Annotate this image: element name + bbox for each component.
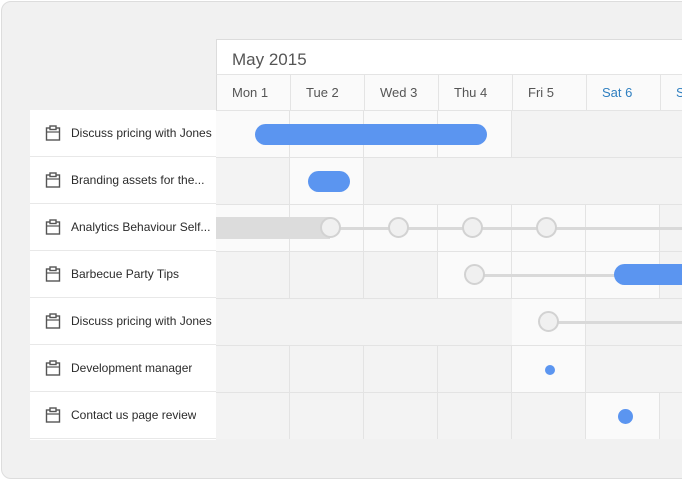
- grid-cell: [438, 346, 512, 392]
- grid-cell: [364, 252, 438, 298]
- grid-cell: [438, 393, 512, 439]
- month-header: May 2015: [216, 39, 682, 75]
- task-list-item[interactable]: Contact us page review: [30, 392, 216, 439]
- milestone-node[interactable]: [464, 264, 485, 285]
- clipboard-icon: [45, 125, 61, 141]
- grid-cell: [216, 393, 290, 439]
- grid-cell: [290, 346, 364, 392]
- day-header-mon-1[interactable]: Mon 1: [217, 75, 291, 110]
- task-list-item[interactable]: Branding assets for the...: [30, 157, 216, 204]
- grid-cell: [512, 393, 586, 439]
- day-header-sat-6[interactable]: Sat 6: [587, 75, 661, 110]
- timeline-row: [216, 299, 682, 346]
- task-label: Discuss pricing with Jones: [71, 126, 212, 140]
- dependency-track: [546, 321, 682, 324]
- milestone-node[interactable]: [462, 217, 483, 238]
- task-list-item[interactable]: Discuss pricing with Jones: [30, 298, 216, 345]
- timeline-row: [216, 158, 682, 205]
- clipboard-icon: [45, 360, 61, 376]
- timeline-row: [216, 346, 682, 393]
- task-label: Discuss pricing with Jones: [71, 314, 212, 328]
- milestone-node[interactable]: [538, 311, 559, 332]
- task-bar[interactable]: [308, 171, 350, 192]
- task-list-item[interactable]: Barbecue Party Tips: [30, 251, 216, 298]
- grid-cell: [364, 393, 438, 439]
- clipboard-icon: [45, 313, 61, 329]
- task-list: Discuss pricing with Jones Branding asse…: [30, 110, 216, 440]
- grid-cell: [364, 346, 438, 392]
- task-label: Branding assets for the...: [71, 173, 205, 187]
- task-bar[interactable]: [255, 124, 487, 145]
- timeline-row: [216, 205, 682, 252]
- grid-cell: [290, 393, 364, 439]
- day-header-wed-3[interactable]: Wed 3: [365, 75, 439, 110]
- day-header-fri-5[interactable]: Fri 5: [513, 75, 587, 110]
- grid-cell: [216, 346, 290, 392]
- clipboard-icon: [45, 407, 61, 423]
- clipboard-icon: [45, 219, 61, 235]
- milestone-node[interactable]: [536, 217, 557, 238]
- milestone-dot[interactable]: [545, 365, 555, 375]
- timeline-row: [216, 111, 682, 158]
- task-list-item[interactable]: Development manager: [30, 345, 216, 392]
- day-header-tue-2[interactable]: Tue 2: [291, 75, 365, 110]
- clipboard-icon: [45, 266, 61, 282]
- progress-fill: [216, 217, 330, 239]
- task-label: Barbecue Party Tips: [71, 267, 180, 281]
- clipboard-icon: [45, 172, 61, 188]
- grid-cell: [216, 158, 290, 204]
- milestone-node[interactable]: [320, 217, 341, 238]
- app-frame: May 2015 Mon 1 Tue 2 Wed 3 Thu 4 Fri 5 S…: [1, 1, 682, 479]
- task-bar[interactable]: [614, 264, 682, 285]
- task-list-item[interactable]: Analytics Behaviour Self...: [30, 204, 216, 251]
- task-label: Analytics Behaviour Self...: [71, 220, 211, 234]
- task-list-item[interactable]: Discuss pricing with Jones: [30, 110, 216, 157]
- milestone-dot[interactable]: [618, 409, 633, 424]
- timeline-row: [216, 393, 682, 439]
- task-label: Contact us page review: [71, 408, 197, 422]
- milestone-node[interactable]: [388, 217, 409, 238]
- month-label: May 2015: [232, 50, 307, 69]
- day-header-thu-4[interactable]: Thu 4: [439, 75, 513, 110]
- day-header-sun-7[interactable]: Su: [661, 75, 682, 110]
- timeline-panel: May 2015 Mon 1 Tue 2 Wed 3 Thu 4 Fri 5 S…: [216, 39, 682, 439]
- task-label: Development manager: [71, 361, 193, 375]
- dependency-track: [476, 274, 616, 277]
- timeline-row: [216, 252, 682, 299]
- grid-cell: [290, 252, 364, 298]
- dependency-track: [330, 227, 682, 230]
- timeline-grid: [216, 111, 682, 439]
- day-header: Mon 1 Tue 2 Wed 3 Thu 4 Fri 5 Sat 6 Su: [216, 75, 682, 111]
- grid-cell: [216, 252, 290, 298]
